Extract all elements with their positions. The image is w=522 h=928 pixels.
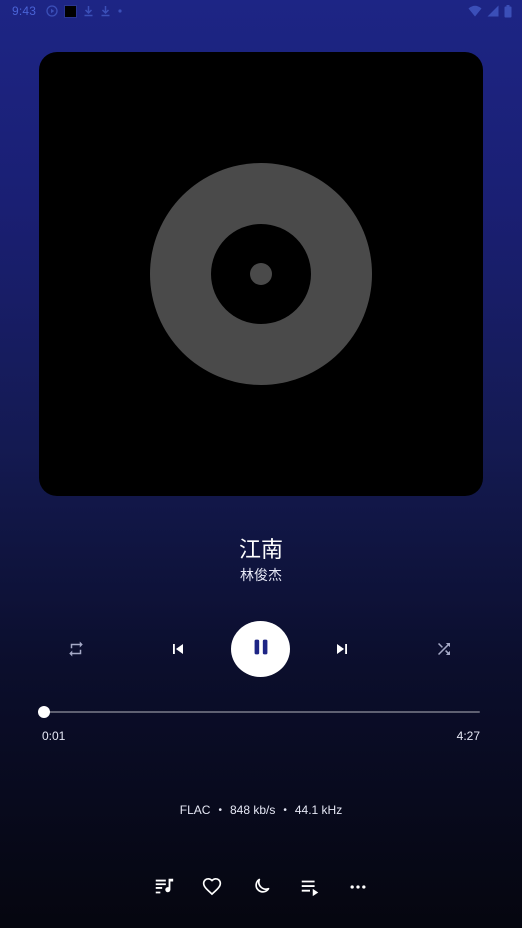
- battery-icon: [504, 4, 512, 18]
- play-pause-button[interactable]: [231, 621, 290, 677]
- bitrate-label: 848 kb/s: [229, 803, 276, 817]
- song-title: 江南: [238, 537, 283, 562]
- song-artist[interactable]: 林俊杰: [0, 565, 522, 585]
- separator: •: [218, 804, 222, 816]
- download-icon: [100, 5, 111, 17]
- lyrics-button[interactable]: [148, 871, 180, 903]
- skip-previous-icon: [168, 639, 188, 659]
- status-notification-icons: [46, 3, 123, 19]
- media-play-icon: [46, 5, 58, 17]
- seek-bar[interactable]: [37, 706, 480, 718]
- pause-icon: [250, 636, 272, 663]
- queue-icon: [299, 876, 321, 898]
- favorite-button[interactable]: [196, 871, 228, 903]
- shuffle-icon: [435, 640, 453, 658]
- sleep-timer-moon-icon: [251, 877, 271, 897]
- more-icon: [348, 877, 368, 897]
- separator: •: [283, 804, 287, 816]
- elapsed-time: 0:01: [42, 729, 66, 743]
- download-icon: [83, 5, 94, 17]
- dot-icon: [117, 8, 123, 14]
- status-bar: 9:43: [0, 0, 522, 22]
- audio-format-info: FLAC • 848 kb/s • 44.1 kHz: [0, 803, 522, 817]
- total-duration: 4:27: [456, 729, 480, 743]
- shuffle-button[interactable]: [430, 635, 458, 663]
- album-art: [39, 52, 483, 496]
- skip-next-icon: [332, 639, 352, 659]
- skip-previous-button[interactable]: [164, 635, 192, 663]
- seek-thumb[interactable]: [37, 706, 50, 718]
- album-placeholder-disc-icon: [150, 163, 372, 385]
- status-time: 9:43: [12, 4, 37, 18]
- sample-rate-label: 44.1 kHz: [294, 803, 343, 817]
- wifi-icon: [468, 5, 482, 17]
- skip-next-button[interactable]: [328, 635, 356, 663]
- sleep-timer-button[interactable]: [245, 871, 277, 903]
- lyrics-icon: [153, 876, 175, 898]
- more-options-button[interactable]: [342, 871, 374, 903]
- repeat-icon: [67, 640, 85, 658]
- codec-label: FLAC: [179, 803, 211, 817]
- status-system-icons: [468, 3, 512, 19]
- queue-button[interactable]: [294, 871, 326, 903]
- black-square-icon: [64, 4, 77, 18]
- signal-icon: [487, 5, 499, 17]
- repeat-button[interactable]: [62, 635, 90, 663]
- heart-icon: [202, 877, 222, 897]
